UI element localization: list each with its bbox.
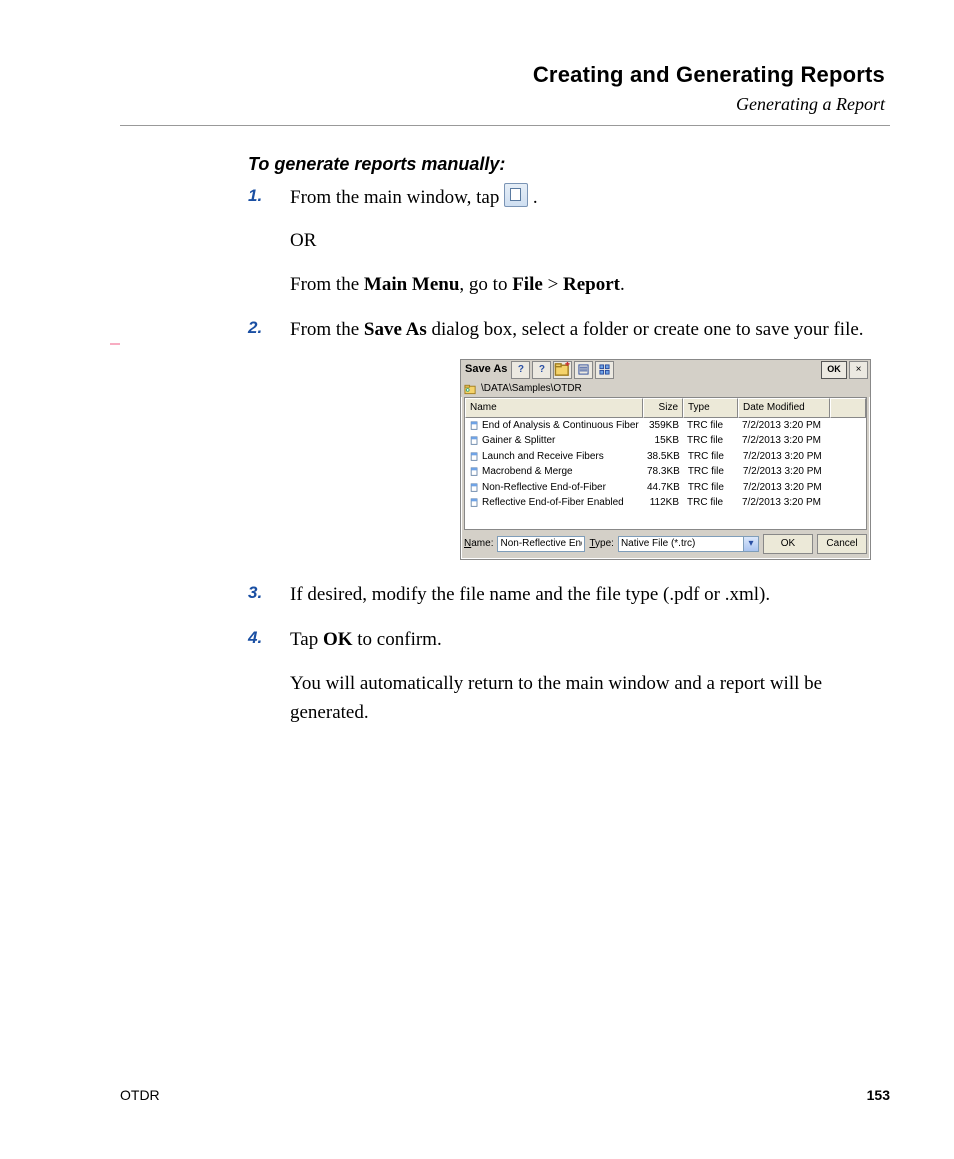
dialog-title: Save As [463,361,509,378]
folder-icon [464,383,477,395]
chapter-title: Creating and Generating Reports [120,62,885,88]
path-text: \DATA\Samples\OTDR [481,381,582,397]
col-date[interactable]: Date Modified [738,398,830,418]
col-type[interactable]: Type [683,398,738,418]
file-icon [469,421,480,431]
table-row[interactable]: Reflective End-of-Fiber Enabled112KBTRC … [465,495,866,511]
file-icon [469,467,480,477]
name-label: Name: [464,536,493,552]
step1-alt: From the Main Menu, go to File > Report. [290,270,890,299]
step1-or: OR [290,226,890,255]
table-row[interactable]: Launch and Receive Fibers38.5KBTRC file7… [465,449,866,465]
file-icon [469,483,480,493]
procedure-title: To generate reports manually: [248,154,890,175]
decorative-mark [110,343,120,345]
step-2: From the Save As dialog box, select a fo… [248,315,890,559]
icon-button[interactable]: ? [511,361,530,379]
step-3: If desired, modify the file name and the… [248,580,890,609]
col-name[interactable]: Name [465,398,643,418]
file-icon [469,452,480,462]
step1-text: From the main window, tap [290,187,504,208]
close-icon[interactable]: × [849,361,868,379]
file-list[interactable]: Name Size Type Date Modified End of Anal… [464,397,867,530]
footer-left: OTDR [120,1087,867,1103]
file-icon [469,498,480,508]
step-4: Tap OK to confirm. You will automaticall… [248,625,890,727]
file-icon [469,436,480,446]
ok-button[interactable]: OK [763,534,813,554]
type-label: Type: [589,536,613,552]
section-title: Generating a Report [120,94,885,115]
view-list-icon[interactable] [574,361,593,379]
header-rule [120,125,890,126]
step-1: From the main window, tap . OR From the … [248,183,890,299]
table-row[interactable]: Macrobend & Merge78.3KBTRC file7/2/2013 … [465,464,866,480]
page-number: 153 [867,1087,890,1103]
chevron-down-icon[interactable]: ▾ [743,537,758,551]
col-size[interactable]: Size [643,398,683,418]
new-folder-icon[interactable] [553,361,572,379]
save-as-dialog: Save As ? ? OK × [460,359,871,560]
report-icon [504,183,528,207]
table-row[interactable]: Gainer & Splitter15KBTRC file7/2/2013 3:… [465,433,866,449]
filename-input[interactable] [497,536,585,552]
filetype-select[interactable]: Native File (*.trc) ▾ [618,536,759,552]
table-row[interactable]: Non-Reflective End-of-Fiber44.7KBTRC fil… [465,480,866,496]
dialog-ok-title-button[interactable]: OK [821,361,847,379]
view-icons-icon[interactable] [595,361,614,379]
cancel-button[interactable]: Cancel [817,534,867,554]
table-row[interactable]: End of Analysis & Continuous Fiber359KBT… [465,418,866,434]
col-rest [830,398,866,418]
help-icon[interactable]: ? [532,361,551,379]
